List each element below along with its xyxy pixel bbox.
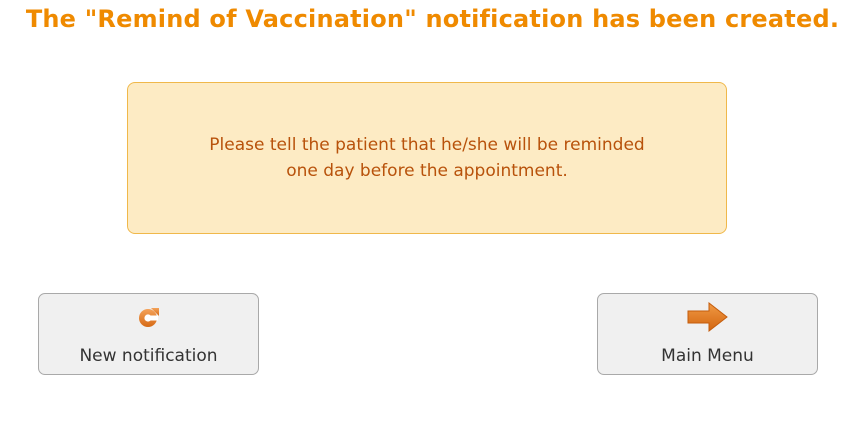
refresh-icon xyxy=(39,302,258,332)
arrow-right-icon xyxy=(598,302,817,332)
new-notification-button[interactable]: New notification xyxy=(38,293,259,375)
new-notification-label: New notification xyxy=(79,346,218,366)
info-message-box: Please tell the patient that he/she will… xyxy=(127,82,727,234)
confirmation-page: The "Remind of Vaccination" notification… xyxy=(0,0,865,437)
page-title: The "Remind of Vaccination" notification… xyxy=(25,5,840,33)
main-menu-button[interactable]: Main Menu xyxy=(597,293,818,375)
message-line-1: Please tell the patient that he/she will… xyxy=(209,135,645,155)
main-menu-label: Main Menu xyxy=(661,346,754,366)
message-line-2: one day before the appointment. xyxy=(286,161,568,181)
